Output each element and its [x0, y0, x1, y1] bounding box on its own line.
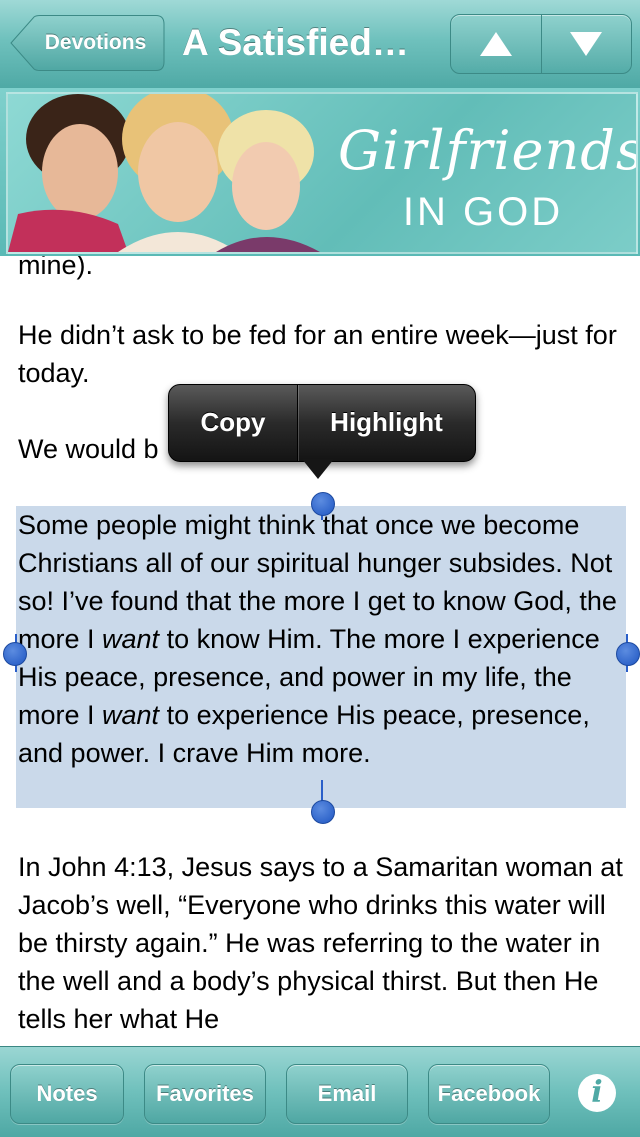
paragraph-partial: We would b.	[18, 430, 474, 468]
paragraph: In John 4:13, Jesus says to a Samaritan …	[18, 852, 623, 1034]
facebook-button[interactable]: Facebook	[428, 1064, 550, 1124]
paragraph-start: We would b	[18, 434, 159, 464]
selection-end-handle[interactable]	[311, 800, 335, 824]
selection-right-handle[interactable]	[616, 642, 640, 666]
bottom-toolbar: Notes Favorites Email Facebook	[0, 1046, 640, 1137]
prev-next-segmented-control	[450, 14, 632, 74]
next-devotion-button[interactable]	[540, 15, 632, 73]
selection-left-handle[interactable]	[3, 642, 27, 666]
banner-image: Girlfriends IN GOD	[6, 92, 638, 254]
selected-paragraph[interactable]: Some people might think that once we bec…	[18, 506, 626, 772]
italic-emphasis: want	[102, 624, 160, 654]
italic-emphasis: want	[102, 700, 160, 730]
devotions-back-button[interactable]: Devotions	[10, 15, 165, 71]
up-triangle-icon	[479, 32, 512, 56]
paragraph: He didn’t ask to be fed for an entire we…	[18, 320, 617, 388]
copy-button[interactable]: Copy	[169, 385, 298, 461]
favorites-button[interactable]: Favorites	[144, 1064, 266, 1124]
devotion-text-view[interactable]: mine). He didn’t ask to be fed for an en…	[0, 256, 640, 1046]
edit-menu-callout: Copy Highlight	[168, 384, 476, 462]
logo-in-god-text: IN GOD	[402, 190, 564, 234]
cut-off-text: mine).	[18, 256, 94, 280]
previous-devotion-button[interactable]	[451, 15, 541, 73]
selection-start-handle[interactable]	[311, 492, 335, 516]
highlight-button[interactable]: Highlight	[298, 385, 475, 461]
three-women-photo	[8, 94, 320, 252]
page-title: A Satisfied…	[182, 22, 409, 63]
info-icon[interactable]: i	[578, 1074, 616, 1112]
navigation-bar: Devotions A Satisfied…	[0, 0, 640, 89]
down-triangle-icon	[570, 32, 603, 56]
callout-pointer	[302, 459, 334, 479]
email-button[interactable]: Email	[286, 1064, 408, 1124]
girlfriends-in-god-banner: Girlfriends IN GOD	[0, 88, 640, 256]
notes-button[interactable]: Notes	[10, 1064, 124, 1124]
back-button-label: Devotions	[44, 31, 147, 54]
logo-girlfriends-text: Girlfriends	[338, 119, 638, 182]
